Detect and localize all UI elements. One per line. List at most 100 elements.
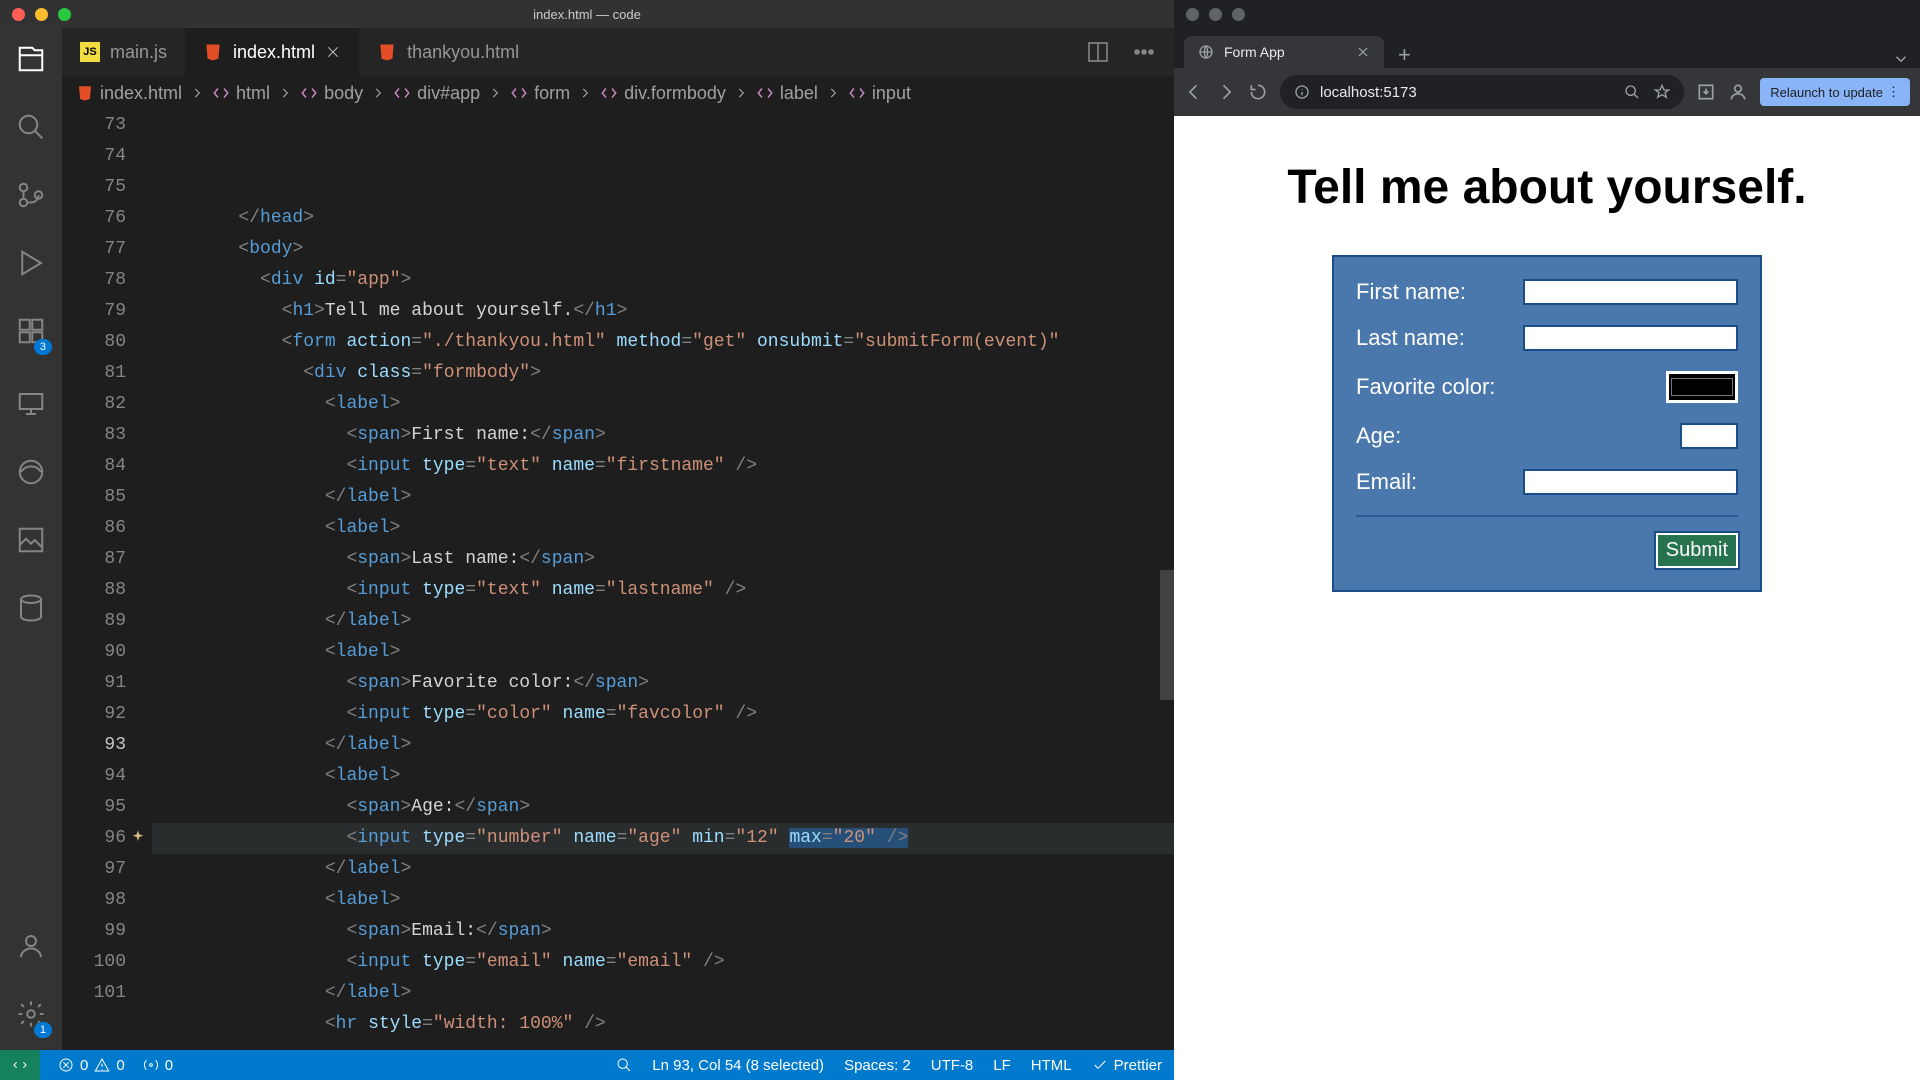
html-file-icon [377,42,397,62]
kebab-icon: ⋮ [1887,84,1900,100]
antenna-icon [143,1057,159,1073]
tag-icon [600,84,618,102]
relaunch-button[interactable]: Relaunch to update ⋮ [1760,78,1910,106]
favcolor-input[interactable] [1666,371,1738,403]
chevron-right-icon [578,86,592,100]
code-editor[interactable]: 7374757677787980818283848586878889909192… [62,110,1174,1050]
chevron-right-icon [826,86,840,100]
minimize-window-button[interactable] [1209,8,1222,21]
tag-icon [212,84,230,102]
search-icon[interactable] [16,112,46,142]
firstname-field: First name: [1356,279,1738,305]
breadcrumb-item[interactable]: div#app [393,83,480,104]
age-field: Age: [1356,423,1738,449]
extensions-button[interactable]: 3 [16,316,46,351]
globe-icon [1198,44,1214,60]
favcolor-label: Favorite color: [1356,374,1495,400]
database-icon[interactable] [16,593,46,623]
breadcrumb-item[interactable]: input [848,83,911,104]
line-numbers: 7374757677787980818283848586878889909192… [62,110,152,1050]
close-tab-icon[interactable] [325,44,341,60]
forward-icon[interactable] [1216,82,1236,102]
breadcrumb-item[interactable]: div.formbody [600,83,726,104]
maximize-window-button[interactable] [1232,8,1245,21]
more-icon[interactable] [1132,40,1156,64]
chevron-right-icon [488,86,502,100]
sparkle-icon [130,829,146,845]
editor-tab[interactable]: thankyou.html [359,28,537,76]
chevron-right-icon [278,86,292,100]
browser-tab[interactable]: Form App [1184,36,1384,68]
remote-icon [12,1057,28,1073]
cursor-position[interactable]: Ln 93, Col 54 (8 selected) [652,1057,824,1074]
breadcrumb-item[interactable]: body [300,83,363,104]
tag-icon [756,84,774,102]
check-icon [1092,1057,1108,1073]
tab-label: main.js [110,42,167,63]
remote-explorer-icon[interactable] [16,389,46,419]
code-content[interactable]: </head> <body> <div id="app"> <h1>Tell m… [152,110,1174,1050]
html-file-icon [76,84,94,102]
extensions-badge: 3 [34,339,52,355]
back-icon[interactable] [1184,82,1204,102]
language-status[interactable]: HTML [1031,1057,1072,1074]
split-editor-icon[interactable] [1086,40,1110,64]
email-field: Email: [1356,469,1738,495]
lastname-input[interactable] [1523,325,1738,351]
indent-status[interactable]: Spaces: 2 [844,1057,911,1074]
firstname-label: First name: [1356,279,1466,305]
bookmark-icon[interactable] [1654,84,1670,100]
firstname-input[interactable] [1523,279,1738,305]
install-icon[interactable] [1696,82,1716,102]
editor-tab[interactable]: index.html [185,28,359,76]
lastname-label: Last name: [1356,325,1465,351]
submit-button[interactable]: Submit [1656,533,1738,568]
breadcrumb[interactable]: index.html html body div#app form div.formbod… [62,76,1174,110]
debug-icon[interactable] [16,248,46,278]
new-tab-button[interactable]: + [1398,42,1411,68]
editor-tab[interactable]: JSmain.js [62,28,185,76]
problems-button[interactable]: 0 0 [58,1057,125,1074]
titlebar: index.html — code [0,0,1174,28]
browser-window: Form App + localhost:5173 Relaunch to up… [1174,0,1920,1080]
status-bar: 0 0 0 Ln 93, Col 54 (8 selected) Spaces:… [0,1050,1174,1080]
scm-icon[interactable] [16,180,46,210]
remote-button[interactable] [0,1050,40,1080]
tab-label: index.html [233,42,315,63]
encoding-status[interactable]: UTF-8 [931,1057,974,1074]
age-input[interactable] [1680,423,1738,449]
eol-status[interactable]: LF [993,1057,1011,1074]
tag-icon [510,84,528,102]
reload-icon[interactable] [1248,82,1268,102]
browser-toolbar: localhost:5173 Relaunch to update ⋮ [1174,68,1920,116]
zoom-icon[interactable] [1624,84,1640,100]
page-title: Tell me about yourself. [1287,160,1806,215]
settings-badge: 1 [34,1022,52,1038]
image-preview-icon[interactable] [16,525,46,555]
tab-title: Form App [1224,44,1285,60]
info-icon[interactable] [1294,84,1310,100]
warning-icon [94,1057,110,1073]
address-bar[interactable]: localhost:5173 [1280,75,1684,109]
edge-icon[interactable] [16,457,46,487]
close-window-button[interactable] [1186,8,1199,21]
url-text: localhost:5173 [1320,84,1417,101]
breadcrumb-item[interactable]: html [212,83,270,104]
settings-button[interactable]: 1 [16,999,46,1034]
profile-icon[interactable] [1728,82,1748,102]
ports-button[interactable]: 0 [143,1057,173,1074]
tab-label: thankyou.html [407,42,519,63]
breadcrumb-item[interactable]: form [510,83,570,104]
breadcrumb-item[interactable]: index.html [76,83,182,104]
email-input[interactable] [1523,469,1738,495]
explorer-icon[interactable] [16,44,46,74]
breadcrumb-item[interactable]: label [756,83,818,104]
chevron-down-icon[interactable] [1892,50,1910,68]
divider [1356,515,1738,517]
account-icon[interactable] [16,931,46,961]
zoom-icon[interactable] [616,1057,632,1073]
email-label: Email: [1356,469,1417,495]
close-tab-icon[interactable] [1356,45,1370,59]
age-label: Age: [1356,423,1401,449]
formatter-status[interactable]: Prettier [1092,1057,1162,1074]
